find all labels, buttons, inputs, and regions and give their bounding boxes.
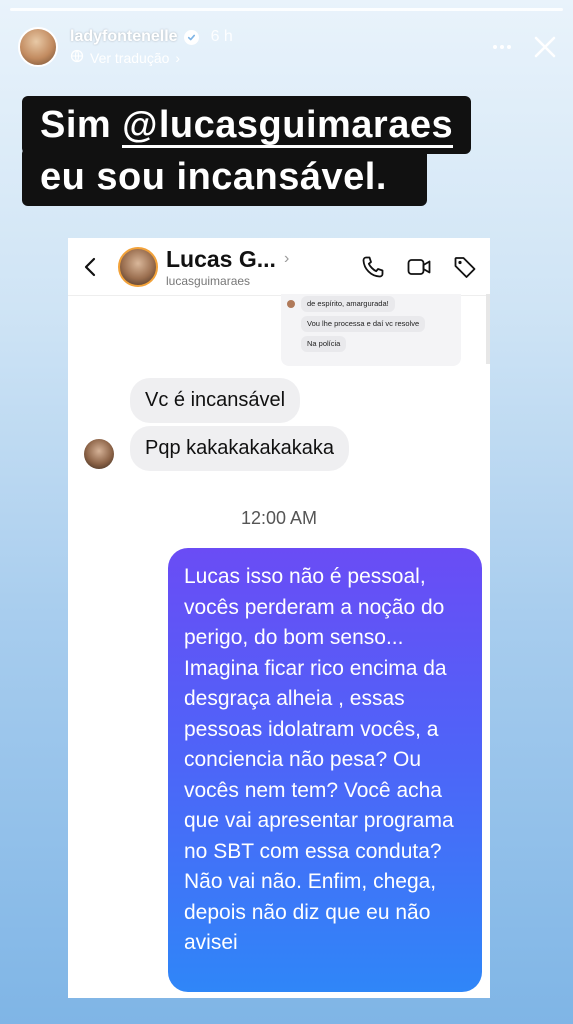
- mini-row: Vou lhe processa e daí vc resolve: [301, 316, 455, 332]
- dm-header: Lucas G... › lucasguimaraes: [68, 238, 490, 296]
- received-message[interactable]: Vc é incansável: [130, 378, 301, 423]
- dm-actions: [360, 254, 478, 280]
- phone-icon[interactable]: [360, 254, 386, 280]
- translate-button[interactable]: Ver tradução ›: [70, 49, 233, 66]
- story-avatar[interactable]: [18, 27, 58, 67]
- sent-message-text: Lucas isso não é pessoal, vocês perderam…: [184, 565, 454, 954]
- mini-message: Na polícia: [301, 336, 347, 352]
- tag-icon[interactable]: [452, 254, 478, 280]
- threads-icon: @: [122, 104, 158, 145]
- sent-message[interactable]: Lucas isso não é pessoal, vocês perderam…: [168, 548, 482, 992]
- translate-label: Ver tradução: [90, 49, 170, 66]
- chevron-right-icon: ›: [283, 250, 290, 267]
- close-icon[interactable]: [531, 33, 559, 61]
- dm-avatar[interactable]: [118, 246, 158, 287]
- progress-segment: [10, 8, 563, 11]
- story-time: 6 h: [210, 28, 233, 45]
- chevron-left-icon[interactable]: [80, 256, 102, 278]
- more-horizontal-icon[interactable]: [493, 45, 511, 49]
- globe-icon: [70, 49, 84, 66]
- mini-message: Vou lhe processa e daí vc resolve: [301, 316, 426, 332]
- message-timestamp: 12:00 AM: [240, 508, 318, 528]
- dm-contact-name: Lucas G...: [166, 245, 276, 272]
- dm-screenshot: Lucas G... › lucasguimaraes de espírito,…: [68, 238, 490, 998]
- story-progress-bar: [10, 8, 563, 11]
- header-actions: [493, 33, 559, 61]
- received-message-row: Pqp kakakakakakaka: [84, 423, 350, 471]
- mention-handle: lucasguimaraes: [158, 104, 454, 146]
- story-user-row: ladyfontenelle 6 h: [70, 28, 233, 46]
- mini-avatar: [287, 300, 295, 308]
- video-icon[interactable]: [406, 254, 432, 280]
- story-header: ladyfontenelle 6 h Ver tradução ›: [18, 22, 559, 72]
- received-messages: Vc é incansável Pqp kakakakakakaka: [84, 378, 350, 471]
- mini-row: Na polícia: [301, 336, 455, 352]
- dm-name-row: Lucas G... ›: [166, 246, 289, 273]
- story-username[interactable]: ladyfontenelle: [70, 28, 178, 46]
- mention-sticker[interactable]: @ lucasguimaraes: [122, 104, 454, 148]
- caption-line-1: Sim @ lucasguimaraes: [22, 96, 472, 154]
- dm-contact-handle: lucasguimaraes: [166, 273, 251, 288]
- scrollbar[interactable]: [486, 294, 490, 364]
- dm-contact[interactable]: Lucas G... › lucasguimaraes: [166, 246, 289, 288]
- story-meta: ladyfontenelle 6 h Ver tradução ›: [70, 28, 233, 66]
- verified-badge-icon: [183, 29, 199, 45]
- caption-prefix: Sim: [40, 104, 123, 146]
- mini-message: de espírito, amargurada!: [301, 296, 395, 312]
- received-message[interactable]: Pqp kakakakakakaka: [130, 426, 350, 471]
- caption-line-2: eu sou incansável.: [22, 148, 427, 206]
- mini-row: de espírito, amargurada!: [287, 296, 455, 312]
- chevron-right-icon: ›: [175, 49, 181, 66]
- nested-screenshot: de espírito, amargurada! Vou lhe process…: [281, 294, 461, 366]
- avatar[interactable]: [84, 439, 114, 469]
